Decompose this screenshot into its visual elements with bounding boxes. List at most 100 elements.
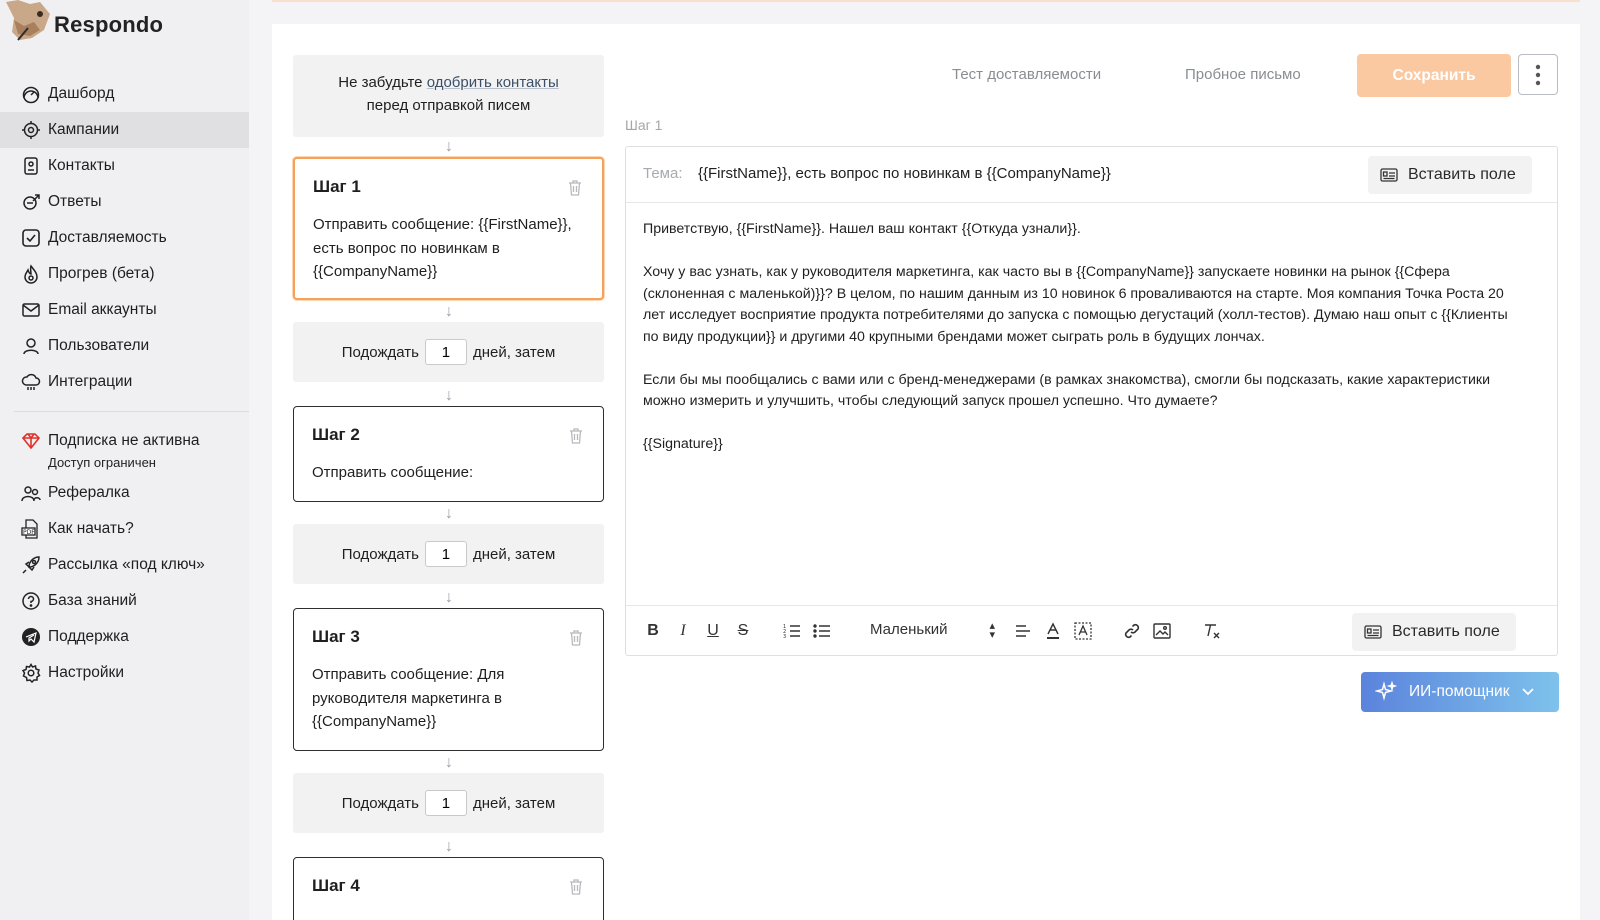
insert-field-label: Вставить поле <box>1392 623 1500 640</box>
flow-arrow-icon: ↓ <box>445 303 453 320</box>
sidebar-secondary-nav: Подписка не активна Доступ ограничен Реф… <box>0 423 249 691</box>
sidebar-item-referral[interactable]: Рефералка <box>0 475 249 511</box>
sidebar-item-label: Рассылка «под ключ» <box>48 556 205 573</box>
sidebar-item-how-to-start[interactable]: PDF Как начать? <box>0 511 249 547</box>
select-arrows-icon: ▴ ▾ <box>989 620 995 641</box>
sidebar-item-label: Контакты <box>48 157 115 174</box>
ai-assistant-label: ИИ-помощник <box>1409 683 1510 700</box>
wait-days-input[interactable] <box>424 339 467 365</box>
wait-prefix: Подождать <box>341 794 419 812</box>
formatting-toolbar: B I U S 123 Маленький ▴ ▾ Вставить поле <box>626 605 1557 655</box>
sidebar-item-label: Поддержка <box>48 628 129 645</box>
step-title: Шаг 1 <box>313 177 361 196</box>
approve-contacts-reminder: Не забудьте одобрить контакты перед отпр… <box>293 55 604 137</box>
test-email-button[interactable]: Пробное письмо <box>1185 66 1301 83</box>
sidebar-item-users[interactable]: Пользователи <box>0 328 249 364</box>
wait-days-input[interactable] <box>424 541 467 567</box>
sidebar-item-replies[interactable]: Ответы <box>0 184 249 220</box>
sidebar-item-campaigns[interactable]: Кампании <box>0 112 249 148</box>
insert-field-button-subject[interactable]: Вставить поле <box>1368 156 1532 194</box>
reply-icon <box>20 191 42 213</box>
ai-assistant-button[interactable]: ИИ-помощник <box>1361 672 1559 712</box>
email-body-editor[interactable]: Приветствую, {{FirstName}}. Нашел ваш ко… <box>643 219 1523 477</box>
font-size-value: Маленький <box>870 621 948 638</box>
wait-prefix: Подождать <box>341 343 419 361</box>
approve-contacts-link[interactable]: одобрить контакты <box>427 74 559 91</box>
step-title: Шаг 4 <box>312 876 360 895</box>
logo[interactable]: Respondo <box>0 0 249 50</box>
flow-arrow-icon: ↓ <box>445 838 453 855</box>
body-paragraph: {{Signature}} <box>643 436 723 452</box>
insert-field-button-body[interactable]: Вставить поле <box>1352 613 1516 651</box>
more-options-button[interactable] <box>1518 54 1558 95</box>
sidebar-item-integrations[interactable]: Интеграции <box>0 364 249 400</box>
top-accent-line <box>272 0 1580 2</box>
telegram-icon <box>20 626 42 648</box>
step-card-1[interactable]: Шаг 1 Отправить сообщение: {{FirstName}}… <box>293 157 604 300</box>
users-icon <box>20 482 42 504</box>
bold-icon[interactable]: B <box>642 620 664 642</box>
subject-row: Тема: {{FirstName}}, есть вопрос по нови… <box>626 147 1557 203</box>
sidebar-nav: Дашборд Кампании Контакты Ответы Доставл… <box>0 76 249 400</box>
italic-icon[interactable]: I <box>672 620 694 642</box>
sidebar-item-label: Прогрев (бета) <box>48 265 155 282</box>
ordered-list-icon[interactable]: 123 <box>781 620 803 642</box>
deliverability-test-button[interactable]: Тест доставляемости <box>952 66 1101 83</box>
insert-field-label: Вставить поле <box>1408 166 1516 183</box>
svg-text:PDF: PDF <box>23 529 35 536</box>
background-color-icon[interactable] <box>1072 620 1094 642</box>
sidebar-item-settings[interactable]: Настройки <box>0 655 249 691</box>
strikethrough-icon[interactable]: S <box>732 620 754 642</box>
sidebar-item-label: Пользователи <box>48 337 150 354</box>
sidebar-item-support[interactable]: Поддержка <box>0 619 249 655</box>
subscription-label: Подписка не активна <box>48 432 200 449</box>
save-button[interactable]: Сохранить <box>1357 54 1511 97</box>
wait-days-input[interactable] <box>424 790 467 816</box>
sidebar-item-email-accounts[interactable]: Email аккаунты <box>0 292 249 328</box>
editor-step-label: Шаг 1 <box>625 117 663 133</box>
sidebar-item-warmup[interactable]: Прогрев (бета) <box>0 256 249 292</box>
sidebar-item-dashboard[interactable]: Дашборд <box>0 76 249 112</box>
font-size-select[interactable]: Маленький ▴ ▾ <box>870 620 995 641</box>
sidebar-item-label: Доставляемость <box>48 229 167 246</box>
contact-card-icon <box>20 155 42 177</box>
step-title: Шаг 3 <box>312 627 360 646</box>
sidebar-item-turnkey[interactable]: Рассылка «под ключ» <box>0 547 249 583</box>
sidebar-item-deliverability[interactable]: Доставляемость <box>0 220 249 256</box>
step-card-2[interactable]: Шаг 2 Отправить сообщение: <box>293 406 604 502</box>
trash-icon[interactable] <box>567 427 585 445</box>
text-color-icon[interactable] <box>1042 620 1064 642</box>
trash-icon[interactable] <box>567 629 585 647</box>
underline-icon[interactable]: U <box>702 620 724 642</box>
wait-block-2: Подождать дней, затем <box>293 524 604 584</box>
sidebar-item-label: Рефералка <box>48 484 130 501</box>
image-icon[interactable] <box>1151 620 1173 642</box>
trash-icon[interactable] <box>567 878 585 896</box>
target-icon <box>20 119 42 141</box>
flow-arrow-icon: ↓ <box>445 138 453 155</box>
field-card-icon <box>1380 168 1398 182</box>
sparkle-icon <box>1375 681 1397 701</box>
step-card-4[interactable]: Шаг 4 <box>293 857 604 920</box>
step-card-3[interactable]: Шаг 3 Отправить сообщение: Для руководит… <box>293 608 604 751</box>
flow-arrow-icon: ↓ <box>445 505 453 522</box>
sidebar-item-contacts[interactable]: Контакты <box>0 148 249 184</box>
trash-icon[interactable] <box>566 179 584 197</box>
body-paragraph: Приветствую, {{FirstName}}. Нашел ваш ко… <box>643 221 1081 237</box>
wait-suffix: дней, затем <box>472 343 556 361</box>
clear-formatting-icon[interactable] <box>1201 620 1223 642</box>
sidebar-divider <box>14 411 249 412</box>
bullet-list-icon[interactable] <box>811 620 833 642</box>
flow-arrow-icon: ↓ <box>445 589 453 606</box>
email-editor: Тема: {{FirstName}}, есть вопрос по нови… <box>625 146 1558 656</box>
wait-block-3: Подождать дней, затем <box>293 773 604 833</box>
mail-icon <box>20 299 42 321</box>
sidebar-item-knowledge-base[interactable]: База знаний <box>0 583 249 619</box>
align-icon[interactable] <box>1012 620 1034 642</box>
body-paragraph: Если бы мы пообщались с вами или с бренд… <box>643 371 1491 410</box>
subject-input[interactable]: {{FirstName}}, есть вопрос по новинкам в… <box>698 165 1111 182</box>
field-card-icon <box>1364 625 1382 639</box>
subscription-status[interactable]: Подписка не активна Доступ ограничен <box>0 423 249 475</box>
link-icon[interactable] <box>1121 620 1143 642</box>
sidebar-item-label: База знаний <box>48 592 137 609</box>
